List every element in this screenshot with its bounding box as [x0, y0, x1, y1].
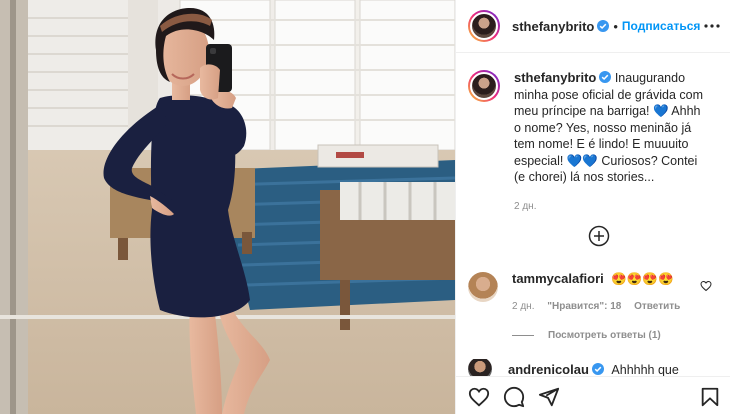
commenter-avatar-image — [468, 272, 498, 302]
post-side-panel: sthefanybrito • Подписаться sthefanybrit… — [455, 0, 730, 414]
caption-body: sthefanybrito Inaugurando minha pose ofi… — [514, 70, 704, 215]
caption-username[interactable]: sthefanybrito — [514, 70, 596, 85]
heart-icon[interactable] — [700, 280, 712, 292]
author-avatar[interactable] — [468, 10, 500, 42]
comment-text: Ahhhhh que — [611, 362, 679, 377]
comment-item: tammycalafiori 😍😍😍😍 2 дн. "Нравится": 18… — [468, 270, 726, 316]
verified-badge-icon — [599, 71, 612, 83]
author-avatar-image — [470, 12, 498, 40]
instagram-post-modal: sthefanybrito • Подписаться sthefanybrit… — [0, 0, 730, 414]
view-replies-label: Посмотреть ответы (1) — [548, 330, 661, 341]
share-icon[interactable] — [538, 386, 560, 408]
verified-badge-icon — [591, 362, 604, 375]
commenter-avatar[interactable] — [468, 272, 498, 302]
post-photo[interactable] — [0, 0, 455, 414]
commenter-username[interactable]: andrenicolau — [508, 362, 589, 377]
comment-timestamp[interactable]: 2 дн. — [512, 301, 534, 312]
author-username[interactable]: sthefanybrito — [512, 19, 594, 34]
more-options-icon[interactable] — [703, 17, 721, 35]
mirror-selfie-image — [0, 0, 455, 414]
post-header: sthefanybrito • Подписаться — [456, 0, 730, 53]
caption-timestamp[interactable]: 2 дн. — [514, 199, 704, 216]
verified-badge-icon — [597, 20, 610, 32]
view-replies-button[interactable]: Посмотреть ответы (1) — [512, 330, 661, 341]
comment-body: andrenicolau Ahhhhh que — [508, 362, 679, 377]
comment-likes[interactable]: "Нравится": 18 — [547, 301, 621, 312]
follow-button[interactable]: Подписаться — [622, 19, 700, 33]
caption-avatar-image — [470, 72, 498, 100]
caption-avatar[interactable] — [468, 70, 500, 102]
comment-meta: 2 дн. "Нравится": 18 Ответить — [512, 298, 702, 316]
comment-text: 😍😍😍😍 — [611, 272, 674, 286]
heart-icon[interactable] — [468, 386, 490, 408]
comment-icon[interactable] — [503, 386, 525, 408]
header-separator: • — [613, 18, 618, 34]
replies-divider — [512, 335, 534, 336]
plus-circle-icon[interactable] — [588, 225, 610, 247]
post-caption: sthefanybrito Inaugurando minha pose ofi… — [468, 70, 723, 215]
bookmark-icon[interactable] — [699, 386, 721, 408]
post-action-bar — [456, 376, 730, 414]
author-info: sthefanybrito • Подписаться — [512, 19, 700, 34]
caption-text: Inaugurando minha pose oficial de grávid… — [514, 71, 703, 184]
commenter-username[interactable]: tammycalafiori — [512, 271, 604, 286]
comment-body: tammycalafiori 😍😍😍😍 2 дн. "Нравится": 18… — [512, 270, 702, 316]
reply-button[interactable]: Ответить — [634, 301, 680, 312]
